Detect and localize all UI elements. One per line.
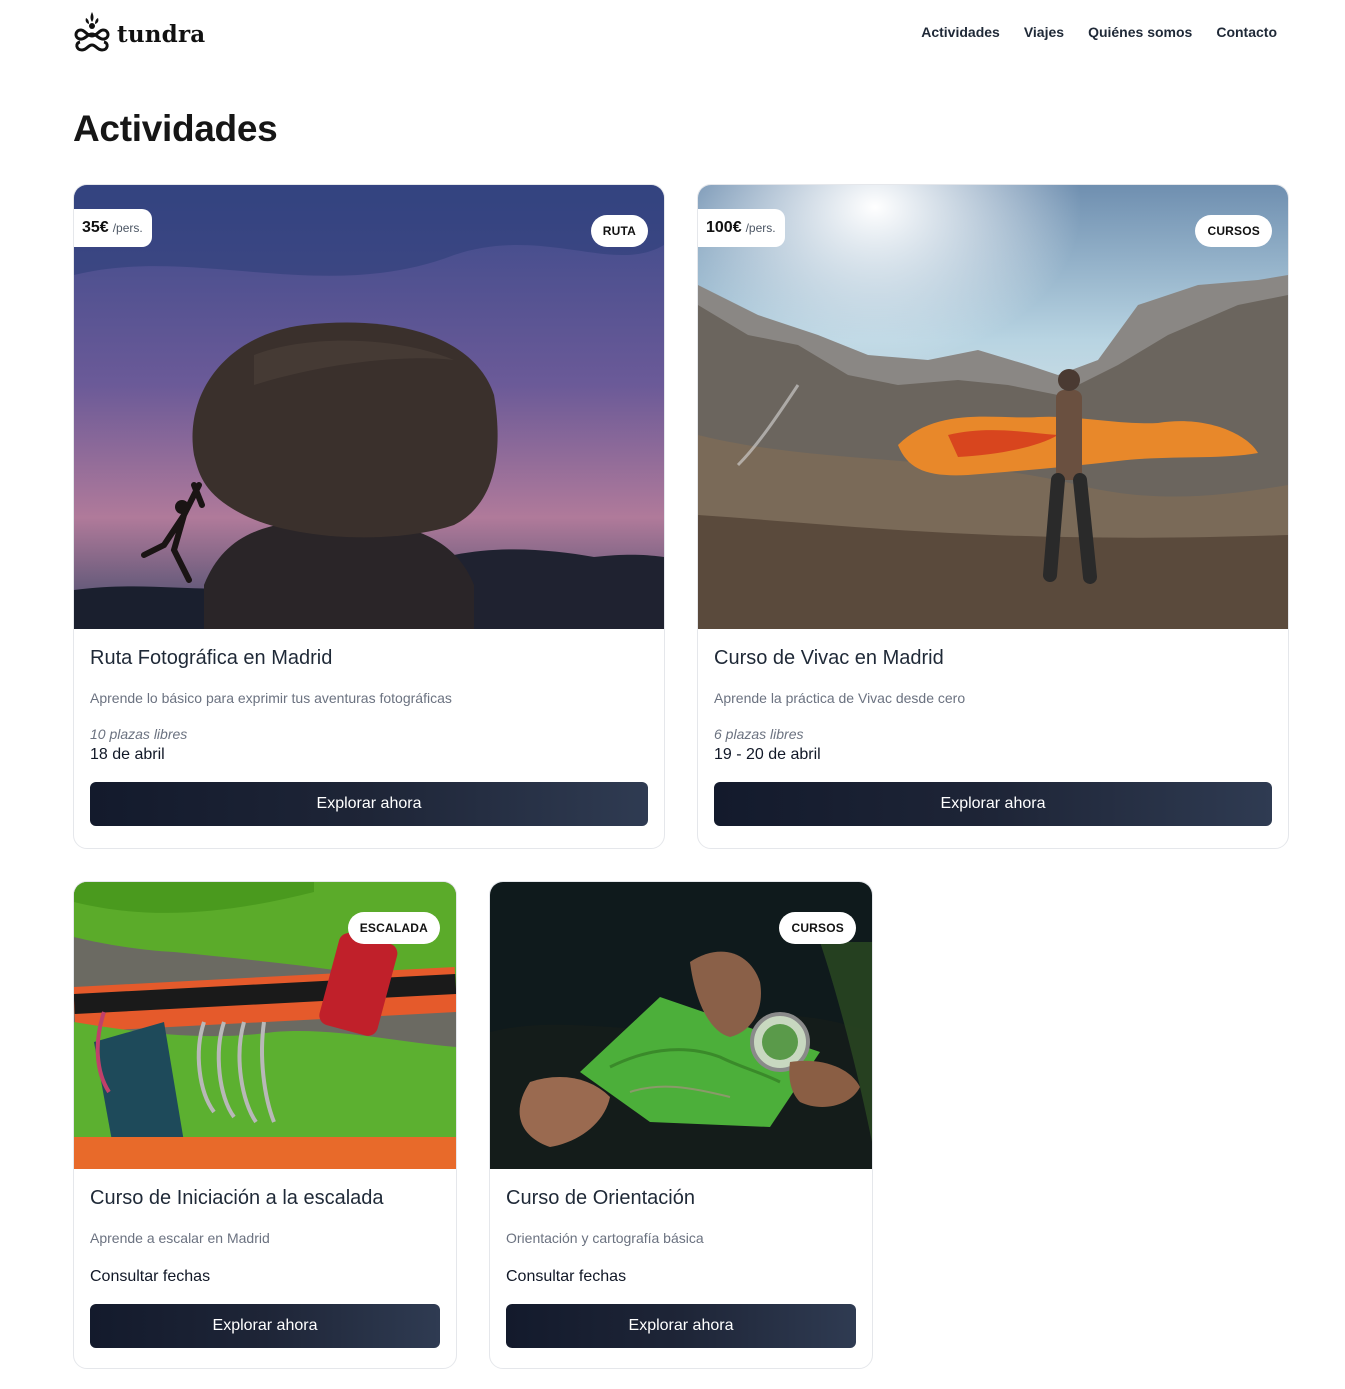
nav-viajes[interactable]: Viajes: [1024, 24, 1064, 40]
activity-image: 100€ /pers. CURSOS: [698, 185, 1288, 629]
explore-button[interactable]: Explorar ahora: [90, 782, 648, 826]
activity-card[interactable]: 100€ /pers. CURSOS Curso de Vivac en Mad…: [697, 184, 1289, 849]
price-unit: /pers.: [112, 221, 143, 235]
site-header: tundra Actividades Viajes Quiénes somos …: [73, 10, 1283, 58]
card-title: Ruta Fotográfica en Madrid: [90, 647, 333, 669]
card-title: Curso de Vivac en Madrid: [714, 647, 944, 669]
main-nav: Actividades Viajes Quiénes somos Contact…: [921, 24, 1277, 40]
available-spots: 6 plazas libres: [714, 726, 804, 742]
card-body: Curso de Vivac en Madrid Aprende la prác…: [698, 647, 1288, 826]
activity-card[interactable]: ESCALADA Curso de Iniciación a la escala…: [73, 881, 457, 1369]
rock-sunset-photo: [74, 185, 664, 629]
activity-date: Consultar fechas: [506, 1268, 627, 1285]
activity-date: Consultar fechas: [90, 1268, 211, 1285]
explore-button[interactable]: Explorar ahora: [90, 1304, 440, 1348]
lotus-logo-icon: [74, 12, 110, 52]
category-badge: CURSOS: [1195, 215, 1272, 247]
category-badge: ESCALADA: [347, 912, 440, 944]
activity-image: ESCALADA: [74, 882, 456, 1169]
price-tag: 35€ /pers.: [74, 209, 152, 247]
nav-actividades[interactable]: Actividades: [921, 24, 1000, 40]
explore-button[interactable]: Explorar ahora: [506, 1304, 856, 1348]
card-body: Curso de Orientación Orientación y carto…: [490, 1187, 872, 1348]
brand-logo[interactable]: tundra: [73, 10, 205, 54]
price-unit: /pers.: [745, 221, 776, 235]
available-spots: 10 plazas libres: [90, 726, 188, 742]
nav-contacto[interactable]: Contacto: [1216, 24, 1277, 40]
price-amount: 35€: [82, 219, 109, 236]
card-description: Aprende a escalar en Madrid: [90, 1230, 270, 1246]
activity-image: 35€ /pers. RUTA: [74, 185, 664, 629]
activity-card[interactable]: CURSOS Curso de Orientación Orientación …: [489, 881, 873, 1369]
activity-date: 19 - 20 de abril: [714, 746, 821, 763]
page-title: Actividades: [73, 108, 278, 149]
card-body: Curso de Iniciación a la escalada Aprend…: [74, 1187, 456, 1348]
card-description: Aprende lo básico para exprimir tus aven…: [90, 690, 452, 706]
category-badge: RUTA: [590, 215, 648, 247]
card-description: Aprende la práctica de Vivac desde cero: [714, 690, 966, 706]
price-amount: 100€: [706, 219, 742, 236]
activity-image: CURSOS: [490, 882, 872, 1169]
card-title: Curso de Iniciación a la escalada: [90, 1187, 384, 1209]
card-description: Orientación y cartografía básica: [506, 1230, 704, 1246]
activity-card[interactable]: 35€ /pers. RUTA Ruta Fotográfica en Madr…: [73, 184, 665, 849]
nav-quienes-somos[interactable]: Quiénes somos: [1088, 24, 1192, 40]
brand-name: tundra: [117, 20, 206, 48]
activity-date: 18 de abril: [90, 746, 165, 763]
explore-button[interactable]: Explorar ahora: [714, 782, 1272, 826]
card-body: Ruta Fotográfica en Madrid Aprende lo bá…: [74, 647, 664, 826]
card-title: Curso de Orientación: [506, 1187, 695, 1209]
bivouac-mountain-photo: [698, 185, 1288, 629]
category-badge: CURSOS: [779, 912, 856, 944]
price-tag: 100€ /pers.: [698, 209, 785, 247]
